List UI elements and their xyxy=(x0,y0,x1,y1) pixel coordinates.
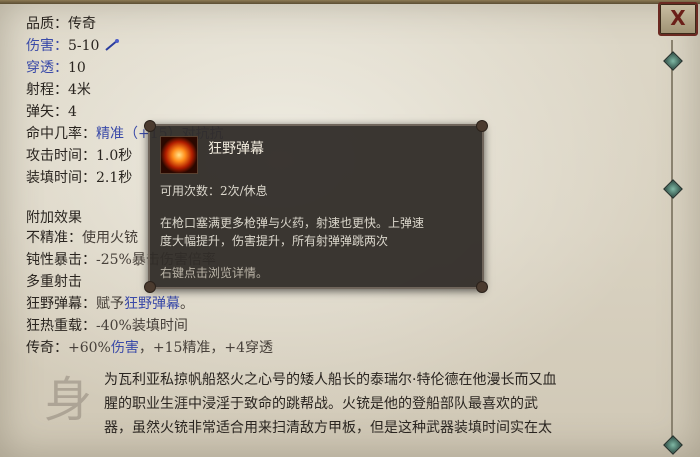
effect-value-rest: ，+15精准，+4穿透 xyxy=(138,340,274,356)
lore-line: 器，虽然火铳非常适合用来扫清敌方甲板，但是这种武器装填时间实在太 xyxy=(104,420,552,436)
effect-label: 钝性暴击： xyxy=(26,252,96,268)
stat-attack-time: 攻击时间：1.0秒 xyxy=(26,146,132,166)
effect-value: -40%装填时间 xyxy=(96,318,188,334)
stat-label: 弹矢： xyxy=(26,104,68,120)
stat-ammo: 弹矢：4 xyxy=(26,102,77,122)
stat-value: 2.1秒 xyxy=(96,170,133,186)
tooltip-desc-line1: 在枪口塞满更多枪弹与火药，射速也更快。上弹速 xyxy=(160,216,425,230)
stat-value: 1.0秒 xyxy=(96,148,133,164)
effect-label: 狂野弹幕： xyxy=(26,296,96,312)
effect-prefix: 赋予 xyxy=(96,296,124,312)
wild-barrage-link[interactable]: 狂野弹幕 xyxy=(124,296,180,312)
stat-damage: 伤害：5-10 xyxy=(26,36,120,56)
stat-penetration: 穿透：10 xyxy=(26,58,86,78)
effects-heading: 附加效果 xyxy=(26,210,82,226)
bio-watermark-glyph: 身 xyxy=(44,372,93,428)
panel-top-border xyxy=(0,0,700,4)
tooltip-title: 狂野弹幕 xyxy=(208,141,264,157)
effect-wild-barrage: 狂野弹幕：赋予狂野弹幕。 xyxy=(26,294,194,314)
effect-label: 狂热重载： xyxy=(26,318,96,334)
lore-line: 为瓦利亚私掠帆船怒火之心号的矮人船长的泰瑞尔·特伦德在他漫长而又血 xyxy=(104,372,557,388)
scrollbar[interactable] xyxy=(663,40,683,455)
stat-value: 5-10 xyxy=(68,38,100,54)
stat-value: 传奇 xyxy=(68,16,96,32)
effect-multi-shot: 多重射击 xyxy=(26,272,82,292)
stat-label: 装填时间： xyxy=(26,170,96,186)
stat-value: 4 xyxy=(68,104,77,120)
ability-tooltip: 狂野弹幕 可用次数：2次/休息 在枪口塞满更多枪弹与火药，射速也更快。上弹速 度… xyxy=(144,120,488,293)
stat-value: 4米 xyxy=(68,82,91,98)
close-button[interactable]: X xyxy=(658,2,698,36)
effect-label: 不精准： xyxy=(26,230,82,246)
wild-barrage-icon xyxy=(160,136,198,174)
stat-label: 攻击时间： xyxy=(26,148,96,164)
effect-label: 多重射击 xyxy=(26,274,82,290)
stat-reload-time: 装填时间：2.1秒 xyxy=(26,168,132,188)
effect-value: 使用火铳 xyxy=(82,230,138,246)
tooltip-hint: 右键点击浏览详情。 xyxy=(160,266,269,280)
effect-suffix: 。 xyxy=(180,296,194,312)
tooltip-corner-rivet xyxy=(144,281,156,293)
scroll-track[interactable] xyxy=(671,40,673,450)
stat-value: 10 xyxy=(68,60,86,76)
stat-label: 命中几率： xyxy=(26,126,96,142)
effect-heavy-load: 狂热重载：-40%装填时间 xyxy=(26,316,188,336)
effect-value: +60% xyxy=(68,340,111,356)
stat-label: 品质： xyxy=(26,16,68,32)
effect-imprecise: 不精准：使用火铳 xyxy=(26,228,138,248)
stat-label[interactable]: 穿透： xyxy=(26,60,68,76)
tooltip-corner-rivet xyxy=(144,120,156,132)
stat-label: 射程： xyxy=(26,82,68,98)
damage-link[interactable]: 伤害 xyxy=(111,340,139,356)
tooltip-uses: 可用次数：2次/休息 xyxy=(160,184,268,198)
stat-range: 射程：4米 xyxy=(26,80,91,100)
lore-line: 腥的职业生涯中浸淫于致命的跳帮战。火铳是他的登船部队最喜欢的武 xyxy=(104,396,538,412)
tooltip-corner-rivet xyxy=(476,281,488,293)
tooltip-corner-rivet xyxy=(476,120,488,132)
pierce-damage-icon xyxy=(105,39,119,51)
tooltip-desc-line2: 度大幅提升，伤害提升，所有射弹弹跳两次 xyxy=(160,234,389,248)
item-lore-text: 为瓦利亚私掠帆船怒火之心号的矮人船长的泰瑞尔·特伦德在他漫长而又血 腥的职业生涯… xyxy=(104,368,664,440)
stat-label[interactable]: 伤害： xyxy=(26,38,68,54)
stat-quality: 品质：传奇 xyxy=(26,14,96,34)
effect-legend: 传奇：+60%伤害，+15精准，+4穿透 xyxy=(26,338,273,358)
close-icon: X xyxy=(670,6,686,30)
effect-label: 传奇： xyxy=(26,340,68,356)
